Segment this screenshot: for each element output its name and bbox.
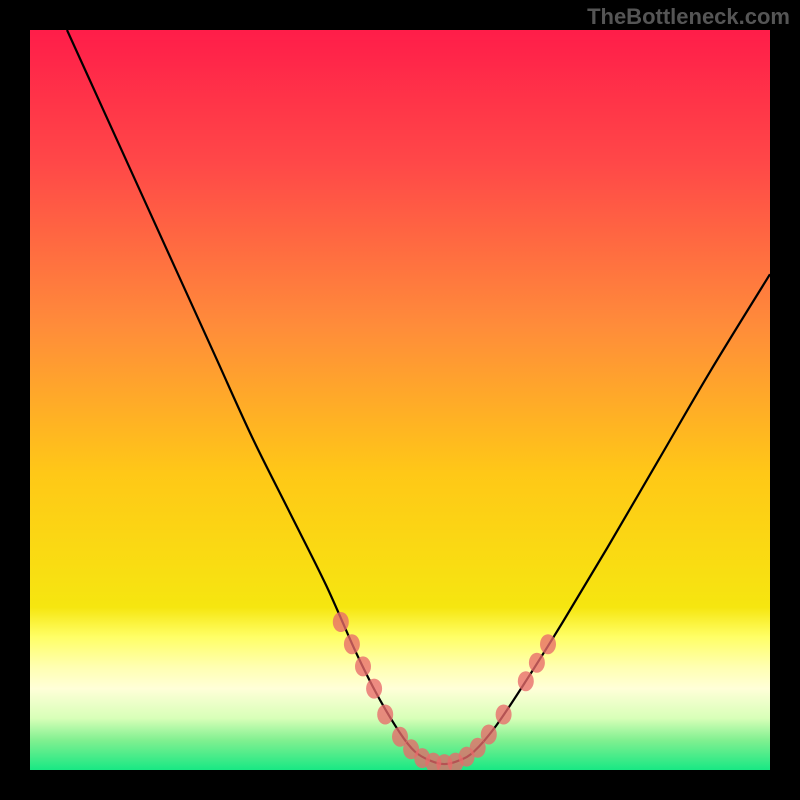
bottleneck-curve [67,30,770,764]
data-markers [333,612,556,770]
data-marker [355,656,371,676]
data-marker [496,705,512,725]
data-marker [366,679,382,699]
data-marker [540,634,556,654]
data-marker [333,612,349,632]
data-marker [518,671,534,691]
data-marker [377,705,393,725]
chart-plot-area [30,30,770,770]
data-marker [344,634,360,654]
chart-svg [30,30,770,770]
data-marker [481,724,497,744]
watermark-text: TheBottleneck.com [587,4,790,30]
data-marker [529,653,545,673]
